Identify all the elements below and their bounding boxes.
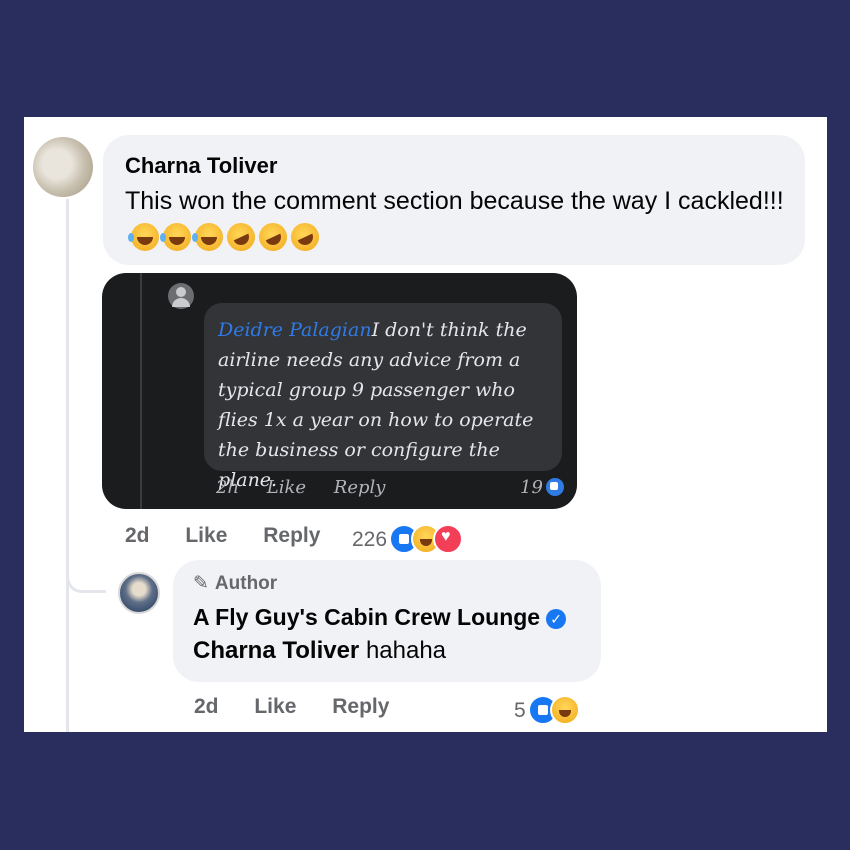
like-reaction-icon: [545, 478, 564, 496]
screenshot-reply: Reply: [333, 477, 386, 498]
comment-body: This won the comment section because the…: [125, 183, 785, 262]
reply-button[interactable]: Reply: [263, 524, 320, 547]
screenshot-time: 2h: [216, 477, 240, 498]
author-badge: ✎ Author: [193, 572, 277, 595]
comment-text: This won the comment section because the…: [125, 187, 784, 215]
love-reaction-icon: [433, 524, 464, 554]
thread-line: [66, 199, 69, 732]
thumbs-up-icon: [399, 534, 410, 544]
mention-link[interactable]: Charna Toliver: [193, 637, 359, 664]
thumbs-up-icon: [537, 705, 548, 715]
avatar[interactable]: [33, 137, 93, 197]
joy-emoji-icon: [128, 223, 159, 251]
pencil-icon: ✎: [193, 573, 209, 594]
screenshot-thread-line: [140, 273, 142, 509]
reply-actions: 2d Like Reply: [194, 695, 419, 719]
reply-button[interactable]: Reply: [332, 695, 389, 718]
page-avatar[interactable]: [118, 572, 160, 614]
comment-bubble: Charna Toliver This won the comment sect…: [103, 135, 805, 265]
reply-body: Charna Toliver hahaha: [193, 637, 446, 665]
verified-badge-icon: ✓: [546, 609, 567, 629]
reply-author[interactable]: A Fly Guy's Cabin Crew Lounge ✓: [193, 604, 567, 631]
reply-connector: [66, 547, 106, 593]
comment-time[interactable]: 2d: [125, 524, 150, 547]
haha-reaction-icon: [549, 695, 580, 725]
like-button[interactable]: Like: [254, 695, 296, 718]
rofl-emoji-icon: [254, 218, 292, 256]
screenshot-author: Deidre Palagian: [218, 319, 372, 341]
rofl-emoji-icon: [222, 218, 260, 256]
author-badge-label: Author: [214, 573, 278, 594]
screenshot-comment-text: Deidre PalagianI don't think the airline…: [218, 315, 554, 495]
comment-author[interactable]: Charna Toliver: [125, 153, 277, 179]
thumbs-up-icon: [549, 482, 558, 490]
reaction-count: 5: [514, 699, 526, 722]
emoji-row: [128, 218, 324, 262]
screenshot-comment-bubble: Deidre PalagianI don't think the airline…: [204, 303, 562, 491]
screenshot-reactions: 19: [520, 477, 564, 498]
reply-time[interactable]: 2d: [194, 695, 219, 718]
like-button[interactable]: Like: [185, 524, 227, 547]
screenshot-actions: 2h Like Reply: [216, 477, 407, 498]
reply-bubble: ✎ Author A Fly Guy's Cabin Crew Lounge ✓ C…: [173, 560, 601, 682]
comment-card: Charna Toliver This won the comment sect…: [24, 117, 827, 732]
joy-emoji-icon: [192, 223, 223, 251]
reply-reactions[interactable]: 5: [514, 695, 580, 725]
embedded-screenshot[interactable]: Deidre PalagianI don't think the airline…: [102, 273, 577, 509]
reaction-count: 226: [352, 528, 388, 551]
screenshot-avatar-icon: [168, 283, 194, 309]
screenshot-like: Like: [266, 477, 307, 498]
joy-emoji-icon: [160, 223, 191, 251]
page-name[interactable]: A Fly Guy's Cabin Crew Lounge: [193, 604, 540, 630]
screenshot-reaction-count: 19: [520, 477, 543, 498]
rofl-emoji-icon: [286, 218, 324, 256]
reply-text: hahaha: [365, 637, 447, 664]
screenshot-text: I don't think the airline needs any advi…: [218, 319, 534, 491]
comment-reactions[interactable]: 226: [352, 524, 464, 554]
comment-actions: 2d Like Reply: [125, 524, 350, 548]
